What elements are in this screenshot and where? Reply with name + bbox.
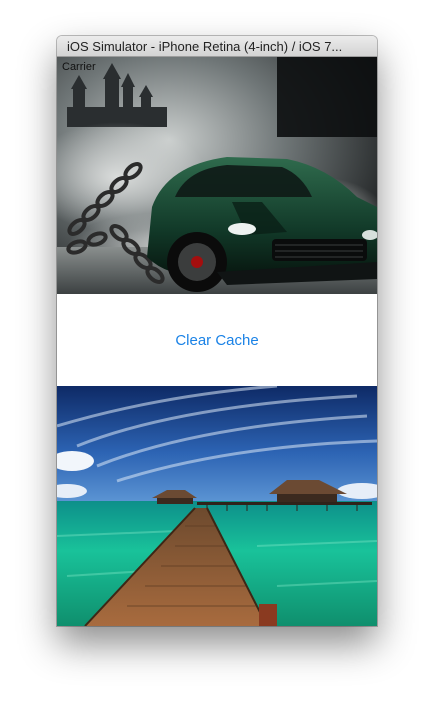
simulator-window: iOS Simulator - iPhone Retina (4-inch) /… <box>57 36 377 626</box>
clear-cache-button[interactable]: Clear Cache <box>57 294 377 386</box>
car-image <box>57 57 377 294</box>
carrier-label: Carrier <box>62 61 96 73</box>
status-bar: Carrier <box>57 57 377 77</box>
window-title: iOS Simulator - iPhone Retina (4-inch) /… <box>57 36 377 57</box>
device-screen: Carrier Clear Cache <box>57 57 377 626</box>
beach-image <box>57 386 377 626</box>
